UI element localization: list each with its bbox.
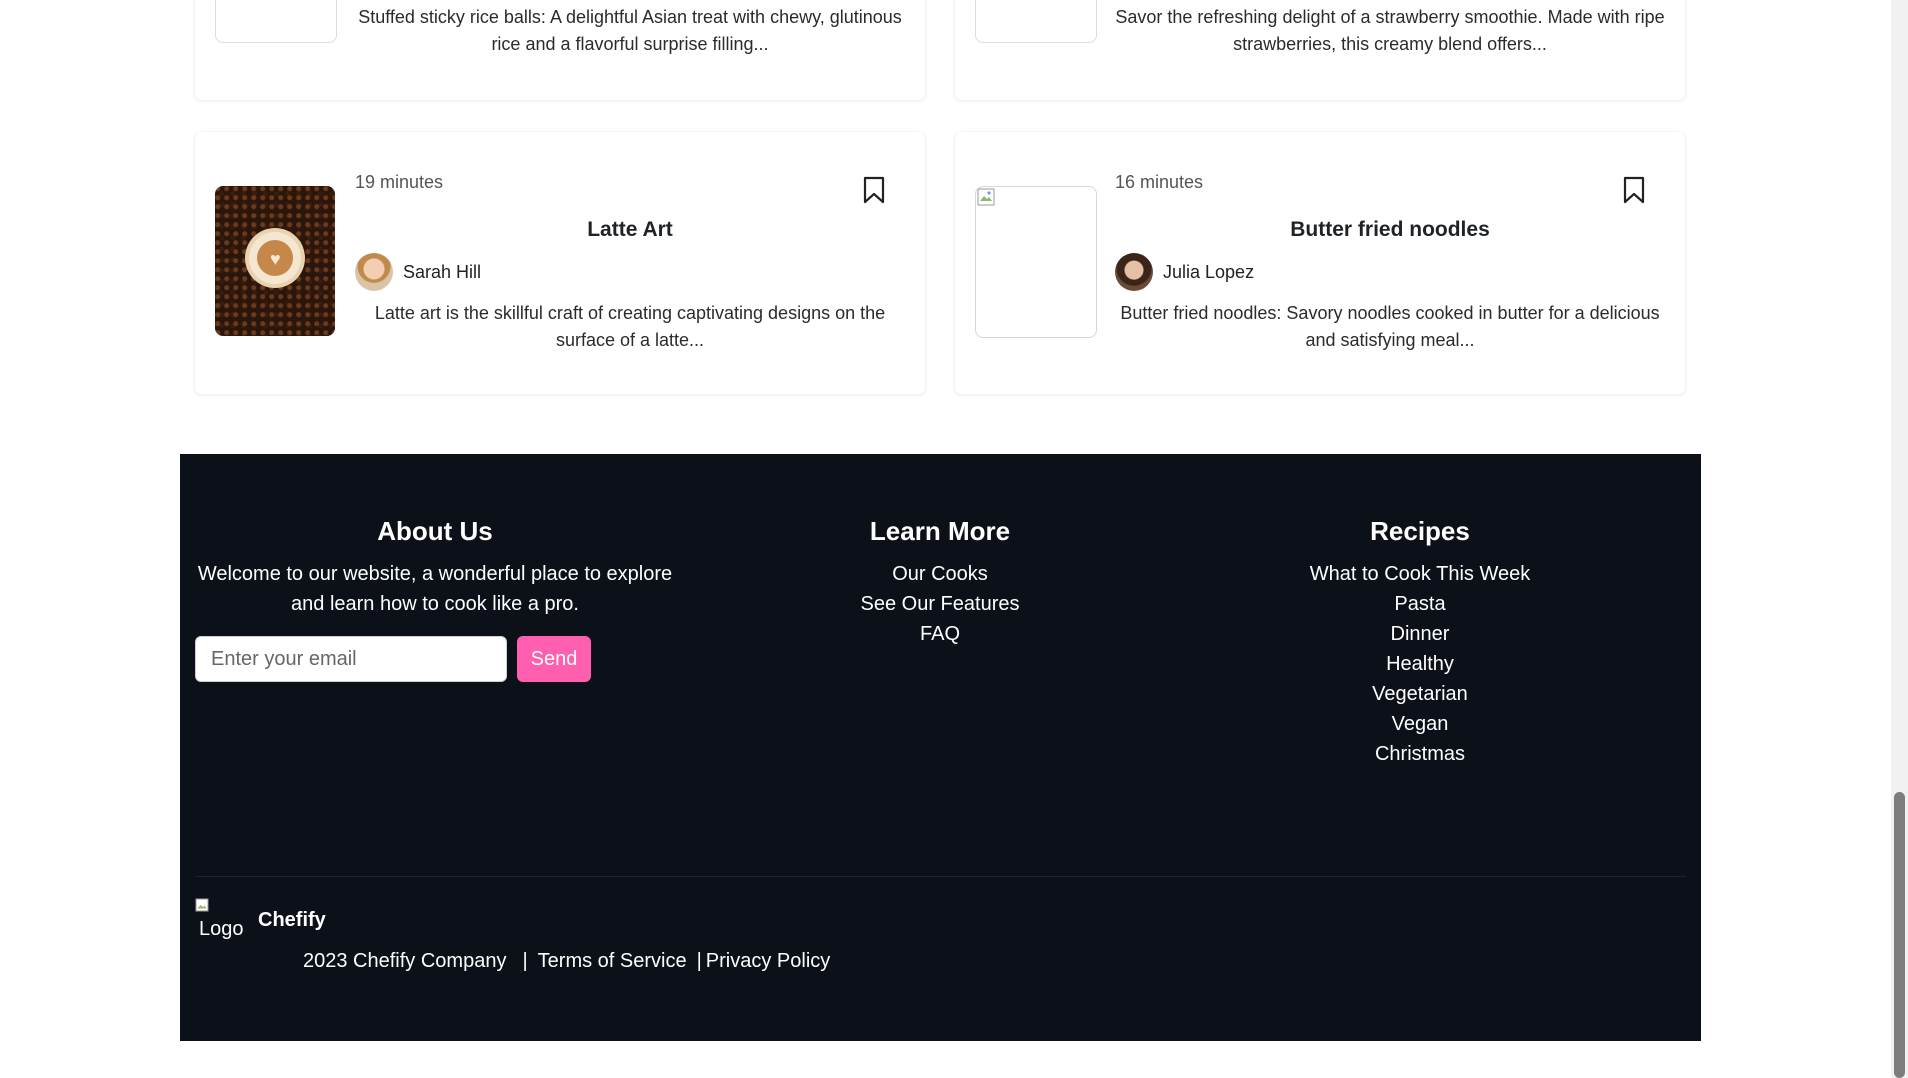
footer-link-vegetarian[interactable]: Vegetarian bbox=[1290, 679, 1550, 709]
logo[interactable]: Logo bbox=[195, 898, 245, 942]
footer-link-our-cooks[interactable]: Our Cooks bbox=[820, 559, 1060, 589]
recipe-title[interactable]: Butter fried noodles bbox=[1115, 218, 1665, 242]
send-button[interactable]: Send bbox=[517, 636, 591, 682]
bookmark-icon[interactable] bbox=[1623, 176, 1645, 204]
terms-link[interactable]: Terms of Service bbox=[538, 950, 687, 973]
separator: | bbox=[522, 950, 528, 972]
author-name: Sarah Hill bbox=[403, 261, 482, 282]
recipe-description: Savor the refreshing delight of a strawb… bbox=[1115, 7, 1665, 54]
recipe-card[interactable]: Stuffed sticky rice balls: A delightful … bbox=[195, 0, 925, 100]
author: Julia Lopez bbox=[1115, 252, 1254, 292]
avatar bbox=[1115, 253, 1153, 291]
footer-learn-more: Learn More Our Cooks See Our Features FA… bbox=[820, 516, 1060, 649]
avatar bbox=[355, 253, 393, 291]
logo-alt-text: Logo bbox=[199, 918, 244, 940]
footer-heading: Recipes bbox=[1370, 516, 1470, 546]
legal-links: 2023 Chefify Company | Terms of Service … bbox=[303, 950, 830, 973]
brand-name: Chefify bbox=[258, 909, 326, 931]
footer-link-vegan[interactable]: Vegan bbox=[1290, 709, 1550, 739]
recipe-image bbox=[975, 186, 1097, 338]
footer-about: About Us Welcome to our website, a wonde… bbox=[195, 516, 675, 619]
site-footer: About Us Welcome to our website, a wonde… bbox=[180, 454, 1701, 1041]
footer-link-pasta[interactable]: Pasta bbox=[1290, 589, 1550, 619]
newsletter-form: Send bbox=[195, 636, 591, 682]
footer-link-what-to-cook[interactable]: What to Cook This Week bbox=[1290, 559, 1550, 589]
scrollbar-thumb[interactable] bbox=[1894, 792, 1905, 1078]
footer-link-faq[interactable]: FAQ bbox=[820, 619, 1060, 649]
footer-link-features[interactable]: See Our Features bbox=[820, 589, 1060, 619]
cook-time: 16 minutes bbox=[1115, 172, 1204, 192]
privacy-link[interactable]: Privacy Policy bbox=[706, 950, 830, 973]
footer-link-healthy[interactable]: Healthy bbox=[1290, 649, 1550, 679]
bookmark-icon[interactable] bbox=[863, 176, 885, 204]
separator: | bbox=[696, 950, 702, 972]
cook-time: 19 minutes bbox=[355, 172, 444, 192]
author-name: Julia Lopez bbox=[1163, 261, 1255, 282]
page-scrollbar[interactable] bbox=[1891, 0, 1908, 1078]
footer-recipes: Recipes What to Cook This Week Pasta Din… bbox=[1290, 516, 1550, 769]
about-text: Welcome to our website, a wonderful plac… bbox=[197, 563, 673, 615]
recipe-card[interactable]: ♥ 19 minutes Latte Art Sarah Hill Latte … bbox=[195, 132, 925, 394]
recipe-title[interactable]: Latte Art bbox=[355, 218, 905, 242]
recipe-card[interactable]: Savor the refreshing delight of a strawb… bbox=[955, 0, 1685, 100]
recipe-description: Latte art is the skillful craft of creat… bbox=[374, 303, 886, 350]
recipe-description: Stuffed sticky rice balls: A delightful … bbox=[358, 7, 902, 54]
recipe-card[interactable]: 16 minutes Butter fried noodles Julia Lo… bbox=[955, 132, 1685, 394]
footer-heading: About Us bbox=[377, 516, 493, 546]
copyright: 2023 Chefify Company bbox=[303, 950, 507, 972]
broken-image-icon bbox=[977, 188, 995, 206]
broken-image-icon bbox=[195, 898, 209, 912]
footer-divider bbox=[195, 876, 1686, 877]
email-input[interactable] bbox=[195, 636, 507, 682]
recipe-description: Butter fried noodles: Savory noodles coo… bbox=[1120, 303, 1660, 350]
footer-link-dinner[interactable]: Dinner bbox=[1290, 619, 1550, 649]
latte-cup-graphic: ♥ bbox=[249, 232, 301, 284]
footer-heading: Learn More bbox=[869, 516, 1011, 546]
footer-link-christmas[interactable]: Christmas bbox=[1290, 739, 1550, 769]
recipe-image bbox=[215, 0, 337, 43]
recipe-image: ♥ bbox=[215, 186, 335, 336]
recipe-image bbox=[975, 0, 1097, 43]
author: Sarah Hill bbox=[355, 252, 481, 292]
